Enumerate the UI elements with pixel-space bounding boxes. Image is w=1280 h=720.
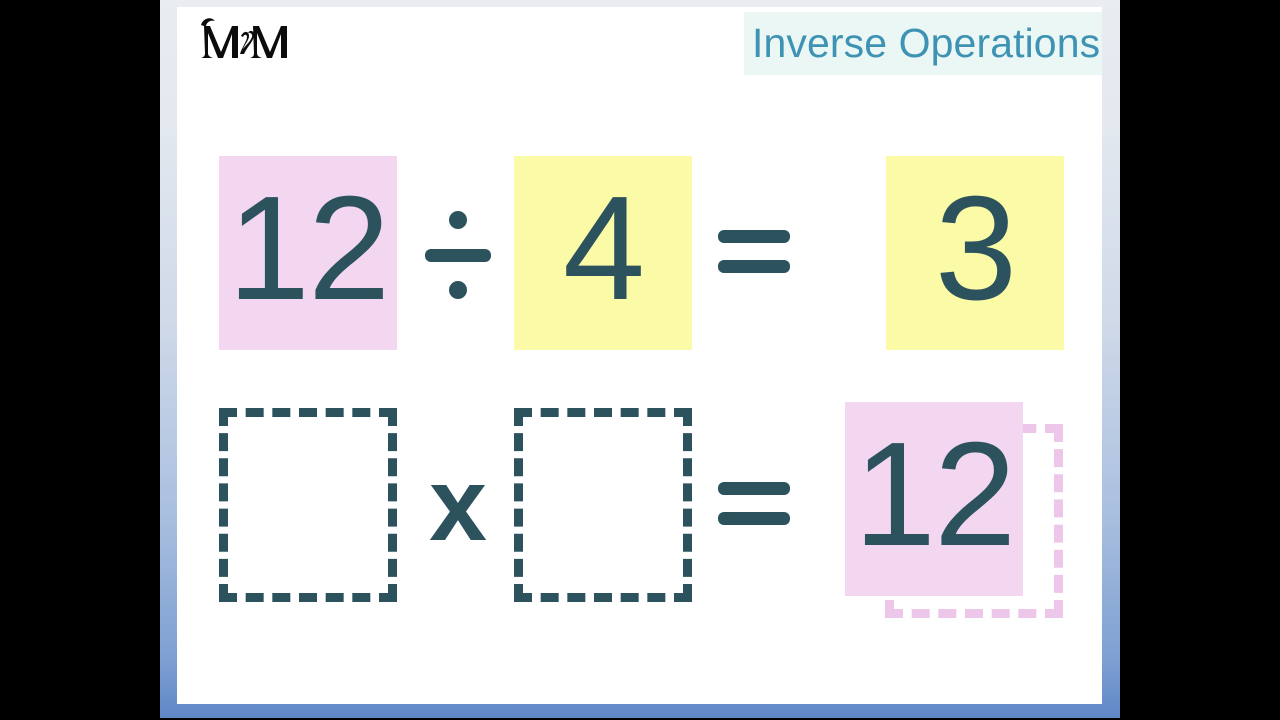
divisor-value: 4 — [562, 166, 645, 331]
factor-one-blank[interactable] — [219, 408, 397, 602]
divisor-box[interactable]: 4 — [514, 156, 692, 350]
letterbox-right — [1120, 0, 1280, 720]
slide-frame: Inverse Operations 12 4 3 x 12 — [160, 0, 1120, 718]
quotient-box[interactable]: 3 — [886, 156, 1064, 350]
product-chip[interactable]: 12 — [845, 402, 1023, 596]
multiply-operator: x — [429, 447, 487, 563]
product-drop-group: 12 — [845, 402, 1085, 632]
product-value: 12 — [853, 412, 1017, 577]
equals-bar-top — [718, 482, 790, 495]
division-equation-row: 12 4 3 — [177, 156, 1102, 356]
divide-icon — [423, 203, 493, 303]
divide-operator — [403, 156, 513, 350]
quotient-value: 3 — [934, 166, 1017, 331]
equals-icon — [718, 228, 790, 278]
divide-dot-top — [449, 211, 467, 229]
multiplication-equation-row: x 12 — [177, 402, 1102, 618]
equals-icon — [718, 480, 790, 530]
dividend-value: 12 — [227, 166, 391, 331]
slide-canvas: Inverse Operations 12 4 3 x 12 — [177, 7, 1102, 704]
dividend-box[interactable]: 12 — [219, 156, 397, 350]
divide-bar — [425, 249, 491, 262]
equals-bar-bottom — [718, 260, 790, 273]
equals-operator-row2 — [699, 408, 809, 602]
equals-bar-bottom — [718, 512, 790, 525]
page-title: Inverse Operations — [752, 20, 1101, 66]
letterbox-left — [0, 0, 160, 720]
maths-with-mum-monogram-icon — [191, 9, 311, 69]
equals-operator-row1 — [699, 156, 809, 350]
factor-two-blank[interactable] — [514, 408, 692, 602]
equals-bar-top — [718, 230, 790, 243]
slide-title-band: Inverse Operations — [744, 12, 1102, 75]
video-frame: Inverse Operations 12 4 3 x 12 — [0, 0, 1280, 720]
divide-dot-bottom — [449, 281, 467, 299]
